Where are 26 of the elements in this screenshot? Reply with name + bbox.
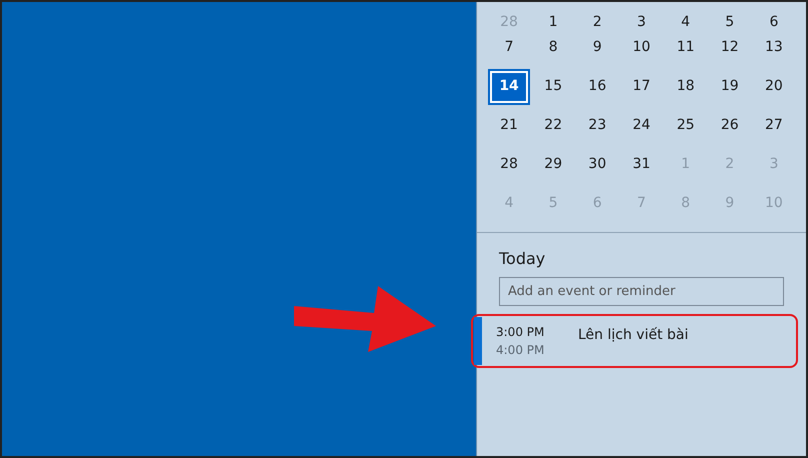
calendar-day[interactable]: 19: [708, 68, 751, 104]
agenda-heading: Today: [499, 248, 546, 270]
arrow-icon: [294, 286, 436, 352]
event-color-bar: [474, 317, 482, 365]
calendar-day[interactable]: 23: [576, 108, 618, 144]
event-end-time: 4:00 PM: [496, 342, 546, 359]
calendar-day[interactable]: 22: [532, 108, 574, 144]
calendar-day[interactable]: 20: [752, 68, 795, 104]
calendar-day[interactable]: 16: [576, 68, 618, 104]
calendar-day[interactable]: 18: [664, 68, 707, 104]
calendar-day[interactable]: 25: [664, 108, 707, 144]
calendar-day[interactable]: 24: [620, 108, 662, 144]
calendar-day[interactable]: 28: [488, 146, 530, 182]
event-item[interactable]: 3:00 PM 4:00 PM Lên lịch viết bài: [474, 317, 795, 365]
add-event-field[interactable]: Add an event or reminder: [499, 277, 784, 306]
calendar-day[interactable]: 15: [532, 68, 574, 104]
event-start-time: 3:00 PM: [496, 324, 546, 341]
calendar-day[interactable]: 26: [708, 108, 751, 144]
calendar-day[interactable]: 30: [576, 146, 618, 182]
calendar-day[interactable]: 29: [532, 146, 574, 182]
calendar-day[interactable]: 31: [620, 146, 662, 182]
event-title: Lên lịch viết bài: [578, 326, 688, 345]
calendar-day[interactable]: 27: [752, 108, 795, 144]
calendar-day[interactable]: 14: [488, 68, 530, 104]
calendar-day[interactable]: 17: [620, 68, 662, 104]
calendar-day[interactable]: 21: [488, 108, 530, 144]
